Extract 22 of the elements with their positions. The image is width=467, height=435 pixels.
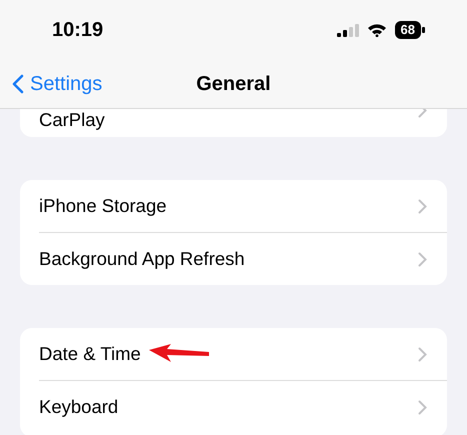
row-label: CarPlay	[39, 109, 105, 131]
row-label: iPhone Storage	[39, 195, 167, 217]
chevron-icon	[418, 252, 427, 266]
settings-row[interactable]: Keyboard	[39, 381, 447, 433]
row-label: Date & Time	[39, 343, 141, 365]
back-button[interactable]: Settings	[0, 72, 108, 96]
row-label: Background App Refresh	[39, 248, 245, 270]
back-chevron-icon	[12, 74, 24, 94]
signal-icon	[336, 24, 359, 36]
settings-row[interactable]: Date & Time	[39, 328, 447, 381]
nav-title: General	[196, 72, 271, 94]
wifi-icon	[366, 23, 387, 37]
status-time: 10:19	[52, 18, 104, 42]
chevron-icon	[418, 400, 427, 414]
settings-row[interactable]: iPhone Storage	[39, 180, 447, 233]
settings-row[interactable]: CarPlay	[39, 109, 447, 137]
settings-row[interactable]: Background App Refresh	[39, 233, 447, 285]
row-label: Keyboard	[39, 396, 118, 418]
chevron-icon	[418, 346, 427, 362]
pointer-arrow-icon	[148, 344, 211, 364]
chevron-icon	[418, 198, 427, 214]
battery-indicator: 68	[394, 21, 425, 39]
